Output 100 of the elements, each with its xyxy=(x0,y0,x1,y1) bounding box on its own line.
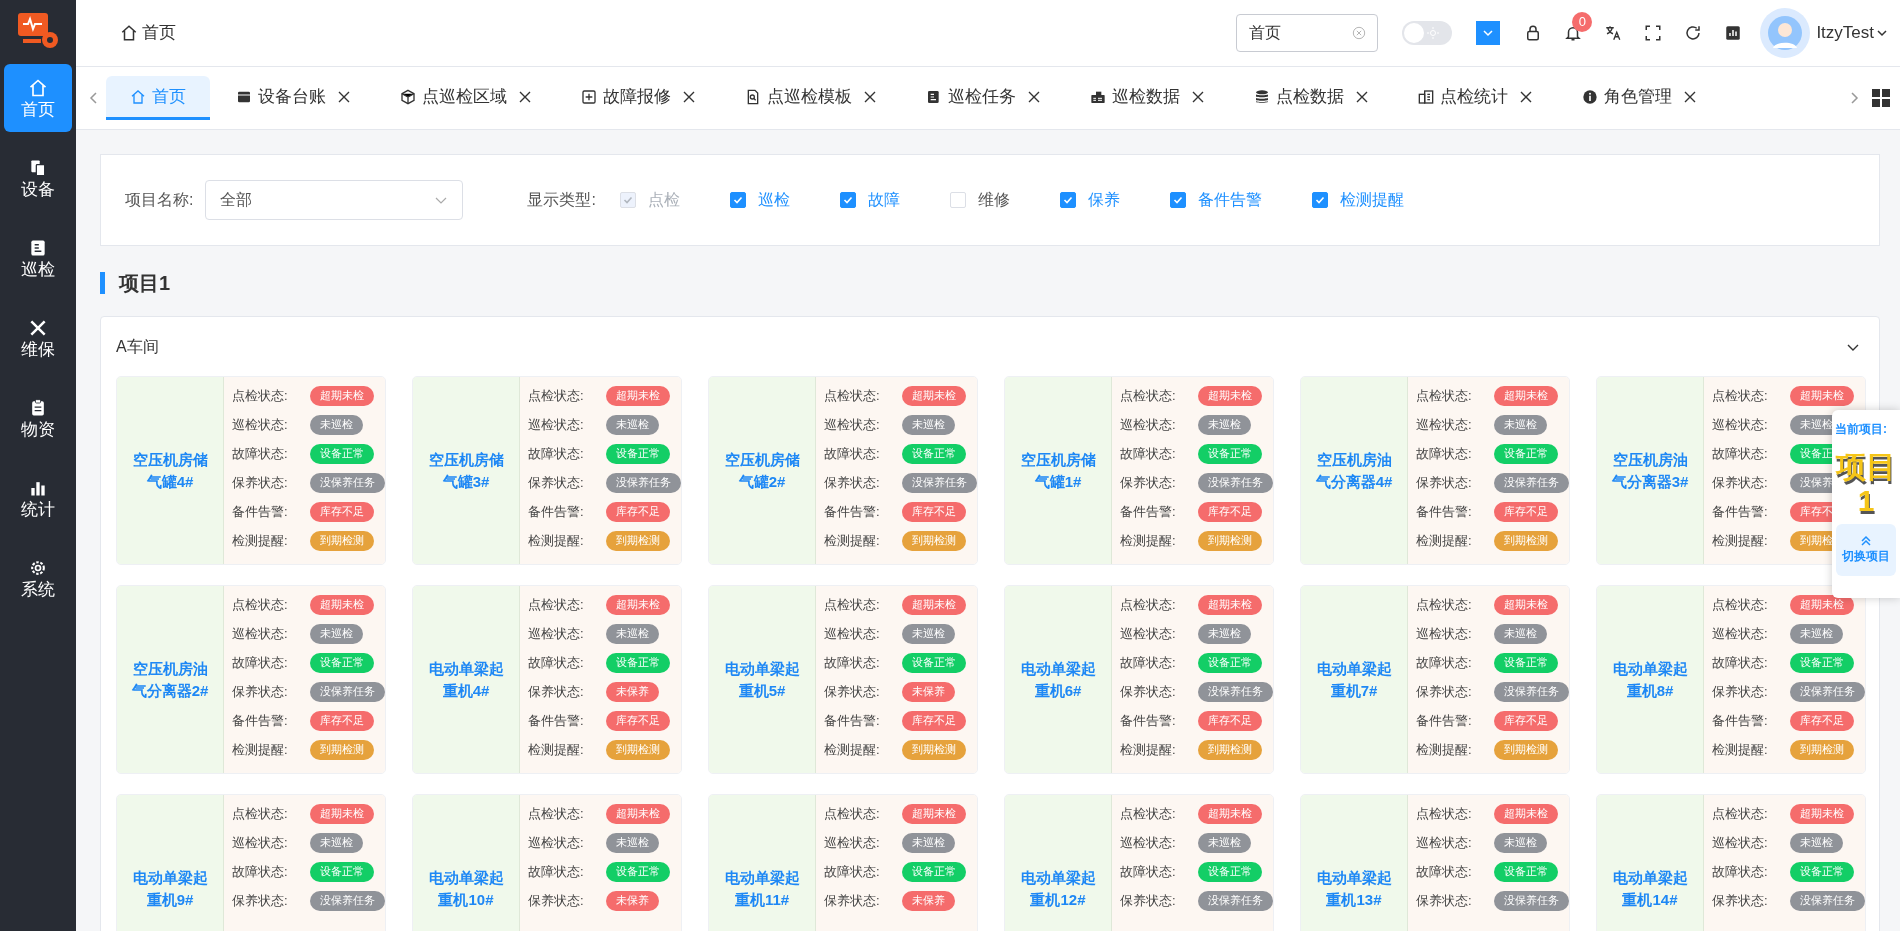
status-label: 检测提醒: xyxy=(232,531,289,550)
status-badge: 到期检测 xyxy=(1494,739,1558,760)
status-label: 故障状态: xyxy=(1120,862,1177,881)
status-badge: 超期未检 xyxy=(1494,803,1558,824)
status-label: 巡检状态: xyxy=(1416,415,1473,434)
status-badge: 库存不足 xyxy=(1198,710,1262,731)
status-badge: 超期未检 xyxy=(1198,385,1262,406)
status-badge: 未巡检 xyxy=(1494,623,1547,644)
status-badge: 未保养 xyxy=(606,681,659,702)
status-badge: 设备正常 xyxy=(606,652,670,673)
status-badge: 超期未检 xyxy=(606,594,670,615)
status-badge: 超期未检 xyxy=(606,385,670,406)
status-label: 故障状态: xyxy=(1120,653,1177,672)
status-label: 检测提醒: xyxy=(1120,740,1177,759)
status-label: 故障状态: xyxy=(1120,444,1177,463)
status-label: 巡检状态: xyxy=(824,624,881,643)
status-badge: 未巡检 xyxy=(606,832,659,853)
status-badge: 设备正常 xyxy=(1198,652,1262,673)
status-badge: 没保养任务 xyxy=(902,472,977,493)
status-label: 巡检状态: xyxy=(528,624,585,643)
status-badge: 库存不足 xyxy=(606,501,670,522)
status-badge: 没保养任务 xyxy=(1790,681,1865,702)
status-label: 巡检状态: xyxy=(1120,415,1177,434)
status-label: 点检状态: xyxy=(1120,386,1177,405)
status-badge: 库存不足 xyxy=(902,710,966,731)
status-label: 点检状态: xyxy=(232,386,289,405)
section-title: 项目1 xyxy=(119,271,171,296)
status-badge: 未巡检 xyxy=(606,414,659,435)
status-badge: 设备正常 xyxy=(310,861,374,882)
status-badge: 没保养任务 xyxy=(1494,472,1569,493)
status-badge: 超期未检 xyxy=(1198,594,1262,615)
status-badge: 未巡检 xyxy=(1494,832,1547,853)
status-label: 备件告警: xyxy=(1416,711,1473,730)
status-badge: 设备正常 xyxy=(1494,652,1558,673)
status-label: 保养状态: xyxy=(528,682,585,701)
status-label: 故障状态: xyxy=(528,862,585,881)
status-label: 检测提醒: xyxy=(824,740,881,759)
status-badge: 库存不足 xyxy=(606,710,670,731)
status-badge: 设备正常 xyxy=(606,861,670,882)
status-badge: 设备正常 xyxy=(1494,861,1558,882)
status-badge: 未巡检 xyxy=(902,623,955,644)
status-label: 巡检状态: xyxy=(1712,833,1769,852)
status-badge: 设备正常 xyxy=(1790,861,1854,882)
status-badge: 超期未检 xyxy=(310,803,374,824)
status-label: 保养状态: xyxy=(1120,891,1177,910)
status-label: 巡检状态: xyxy=(232,833,289,852)
status-badge: 未巡检 xyxy=(1198,623,1251,644)
status-badge: 库存不足 xyxy=(1494,710,1558,731)
status-badge: 到期检测 xyxy=(902,739,966,760)
status-badge: 未巡检 xyxy=(1198,414,1251,435)
status-label: 保养状态: xyxy=(824,682,881,701)
device-name: 电动单梁起重机5# xyxy=(709,586,816,773)
status-label: 故障状态: xyxy=(1416,862,1473,881)
status-label: 保养状态: xyxy=(1416,473,1473,492)
status-label: 检测提醒: xyxy=(232,740,289,759)
status-badge: 超期未检 xyxy=(310,594,374,615)
device-name: 空压机房储气罐4# xyxy=(117,377,224,564)
status-badge: 超期未检 xyxy=(1790,594,1854,615)
status-label: 检测提醒: xyxy=(1712,740,1769,759)
checkbox: 点检 xyxy=(619,188,680,212)
status-label: 故障状态: xyxy=(528,444,585,463)
status-label: 备件告警: xyxy=(1712,711,1769,730)
device-name: 电动单梁起重机4# xyxy=(413,586,520,773)
status-label: 点检状态: xyxy=(1712,386,1769,405)
status-badge: 设备正常 xyxy=(1198,443,1262,464)
status-badge: 未保养 xyxy=(902,681,955,702)
status-label: 保养状态: xyxy=(1416,891,1473,910)
status-badge: 设备正常 xyxy=(310,652,374,673)
device-name: 电动单梁起重机8# xyxy=(1597,586,1704,773)
status-label: 保养状态: xyxy=(1416,682,1473,701)
status-label: 故障状态: xyxy=(232,862,289,881)
status-badge: 库存不足 xyxy=(310,710,374,731)
device-name: 空压机房储气罐1# xyxy=(1005,377,1112,564)
status-badge: 没保养任务 xyxy=(1494,890,1569,911)
status-badge: 设备正常 xyxy=(1790,652,1854,673)
status-label: 点检状态: xyxy=(528,595,585,614)
status-label: 点检状态: xyxy=(1712,804,1769,823)
status-badge: 没保养任务 xyxy=(1198,472,1273,493)
status-badge: 超期未检 xyxy=(902,594,966,615)
status-label: 巡检状态: xyxy=(528,415,585,434)
panel-title: A车间 xyxy=(116,336,159,357)
status-label: 故障状态: xyxy=(528,653,585,672)
device-name: 电动单梁起重机6# xyxy=(1005,586,1112,773)
device-name: 空压机房油气分离器2# xyxy=(117,586,224,773)
status-badge: 没保养任务 xyxy=(310,890,385,911)
status-badge: 超期未检 xyxy=(902,385,966,406)
status-badge: 到期检测 xyxy=(1198,530,1262,551)
device-name: 电动单梁起重机14# xyxy=(1597,795,1704,931)
status-badge: 设备正常 xyxy=(902,443,966,464)
device-name: 电动单梁起重机9# xyxy=(117,795,224,931)
status-label: 巡检状态: xyxy=(824,415,881,434)
status-label: 巡检状态: xyxy=(1120,624,1177,643)
status-badge: 未巡检 xyxy=(902,414,955,435)
status-label: 保养状态: xyxy=(232,682,289,701)
device-name: 空压机房储气罐3# xyxy=(413,377,520,564)
status-label: 备件告警: xyxy=(1712,502,1769,521)
status-label: 保养状态: xyxy=(1120,473,1177,492)
status-badge: 没保养任务 xyxy=(1198,681,1273,702)
status-badge: 设备正常 xyxy=(902,861,966,882)
status-label: 保养状态: xyxy=(1712,891,1769,910)
